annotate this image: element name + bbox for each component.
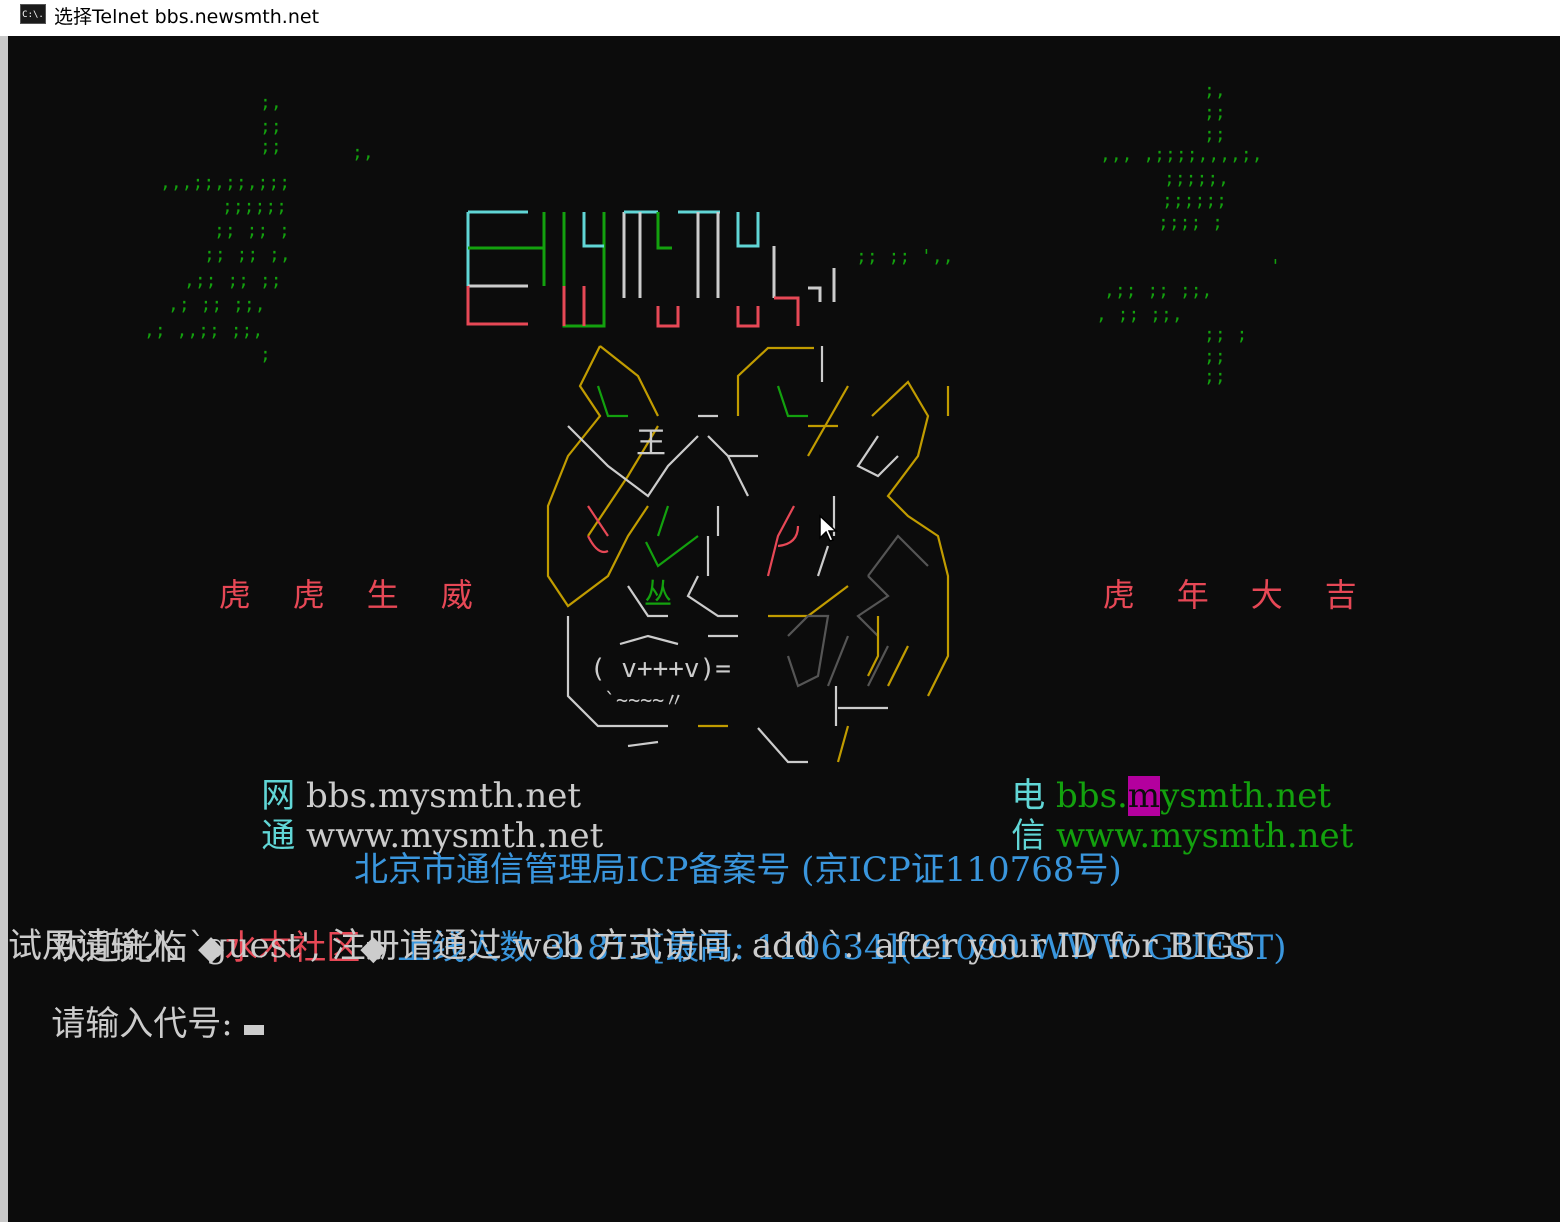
svg-text:;;;;;,: ;;;;;, — [1164, 168, 1229, 189]
svg-text:;;;;;;: ;;;;;; — [222, 196, 287, 217]
svg-text:;;: ;; — [260, 116, 282, 137]
login-prompt-line[interactable]: 请输入代号: — [8, 956, 264, 1085]
telnet-console[interactable]: ;, ;; ;; ;, ,,,;;,;;,;;; ;;;;;; ;; ;; ; … — [8, 36, 1560, 1222]
svg-text:;; ;; ',,: ;; ;; ',, — [856, 246, 954, 267]
svg-text:;;;;;;: ;;;;;; — [1162, 190, 1227, 211]
svg-text:,,, ,;;;;,,,,;,: ,,, ,;;;;,,,,;, — [1100, 144, 1263, 165]
smth-logo-art — [466, 210, 836, 328]
motto-left-char: 虎 — [292, 576, 325, 614]
console-app-icon[interactable]: C:\. — [20, 4, 46, 24]
svg-text:, ;; ;;,: , ;; ;;, — [1096, 304, 1183, 325]
svg-text:;; ;; ;: ;; ;; ; — [214, 220, 290, 241]
shui-character-art: ;, ;; ;; ;, ,,,;;,;;,;;; ;;;;;; ;; ;; ; … — [144, 92, 374, 365]
login-prompt: 请输入代号: — [51, 1004, 244, 1044]
motto-left-char: 威 — [440, 576, 473, 614]
svg-text:;,: ;, — [260, 92, 282, 113]
input-cursor[interactable] — [243, 1025, 264, 1035]
motto-right: 虎年大吉 — [1062, 532, 1357, 654]
tiger-forehead-glyph: 王 — [636, 426, 666, 461]
svg-text:;; ;; ;,: ;; ;; ;, — [204, 244, 291, 265]
motto-right-char: 吉 — [1324, 576, 1357, 614]
link-label: 通 — [261, 816, 296, 856]
svg-text:;;: ;; — [1204, 346, 1226, 367]
svg-text:;;;; ;: ;;;; ; — [1158, 212, 1223, 233]
motto-left-char: 生 — [366, 576, 399, 614]
svg-text:;;: ;; — [1204, 366, 1226, 387]
motto-right-char: 大 — [1250, 576, 1283, 614]
svg-text:': ' — [1270, 256, 1281, 277]
window-titlebar[interactable]: C:\. 选择Telnet bbs.newsmth.net — [0, 0, 1560, 36]
mouse-pointer-icon — [819, 514, 838, 542]
motto-left: 虎虎生威 — [178, 532, 473, 654]
svg-text:,; ;; ;;,: ,; ;; ;;, — [168, 294, 266, 315]
tiger-mouth-art: ( v+++v)= — [590, 654, 731, 684]
svg-text:,,,;;,;;,;;;: ,,,;;,;;,;;; — [160, 172, 290, 193]
window-title: 选择Telnet bbs.newsmth.net — [54, 6, 320, 28]
svg-text:;,: ;, — [1204, 80, 1226, 101]
svg-text:,;; ;; ;;,: ,;; ;; ;;, — [1104, 280, 1212, 301]
svg-text:;; ;: ;; ; — [1204, 324, 1247, 345]
svg-text:;,: ;, — [352, 142, 374, 163]
window-border — [0, 36, 8, 1222]
motto-right-char: 虎 — [1102, 576, 1135, 614]
svg-text:,;; ;; ;;: ,;; ;; ;; — [184, 270, 282, 291]
svg-text:;;: ;; — [1204, 124, 1226, 145]
tiger-whiskers-art: `~~~~〃 — [604, 688, 685, 712]
tiger-nose-glyph: 丛 — [644, 577, 673, 610]
motto-left-char: 虎 — [218, 576, 251, 614]
svg-text:;;: ;; — [1204, 102, 1226, 123]
motto-right-char: 年 — [1176, 576, 1209, 614]
mu-character-art: ;, ;; ;; ,,, ,;;;;,,,,;, ;;;;;, ;;;;;; ;… — [856, 80, 1281, 387]
svg-text:;;: ;; — [260, 136, 282, 157]
svg-text:,; ,,;; ;;,: ,; ,,;; ;;, — [144, 320, 263, 341]
svg-text:;: ; — [260, 344, 271, 365]
